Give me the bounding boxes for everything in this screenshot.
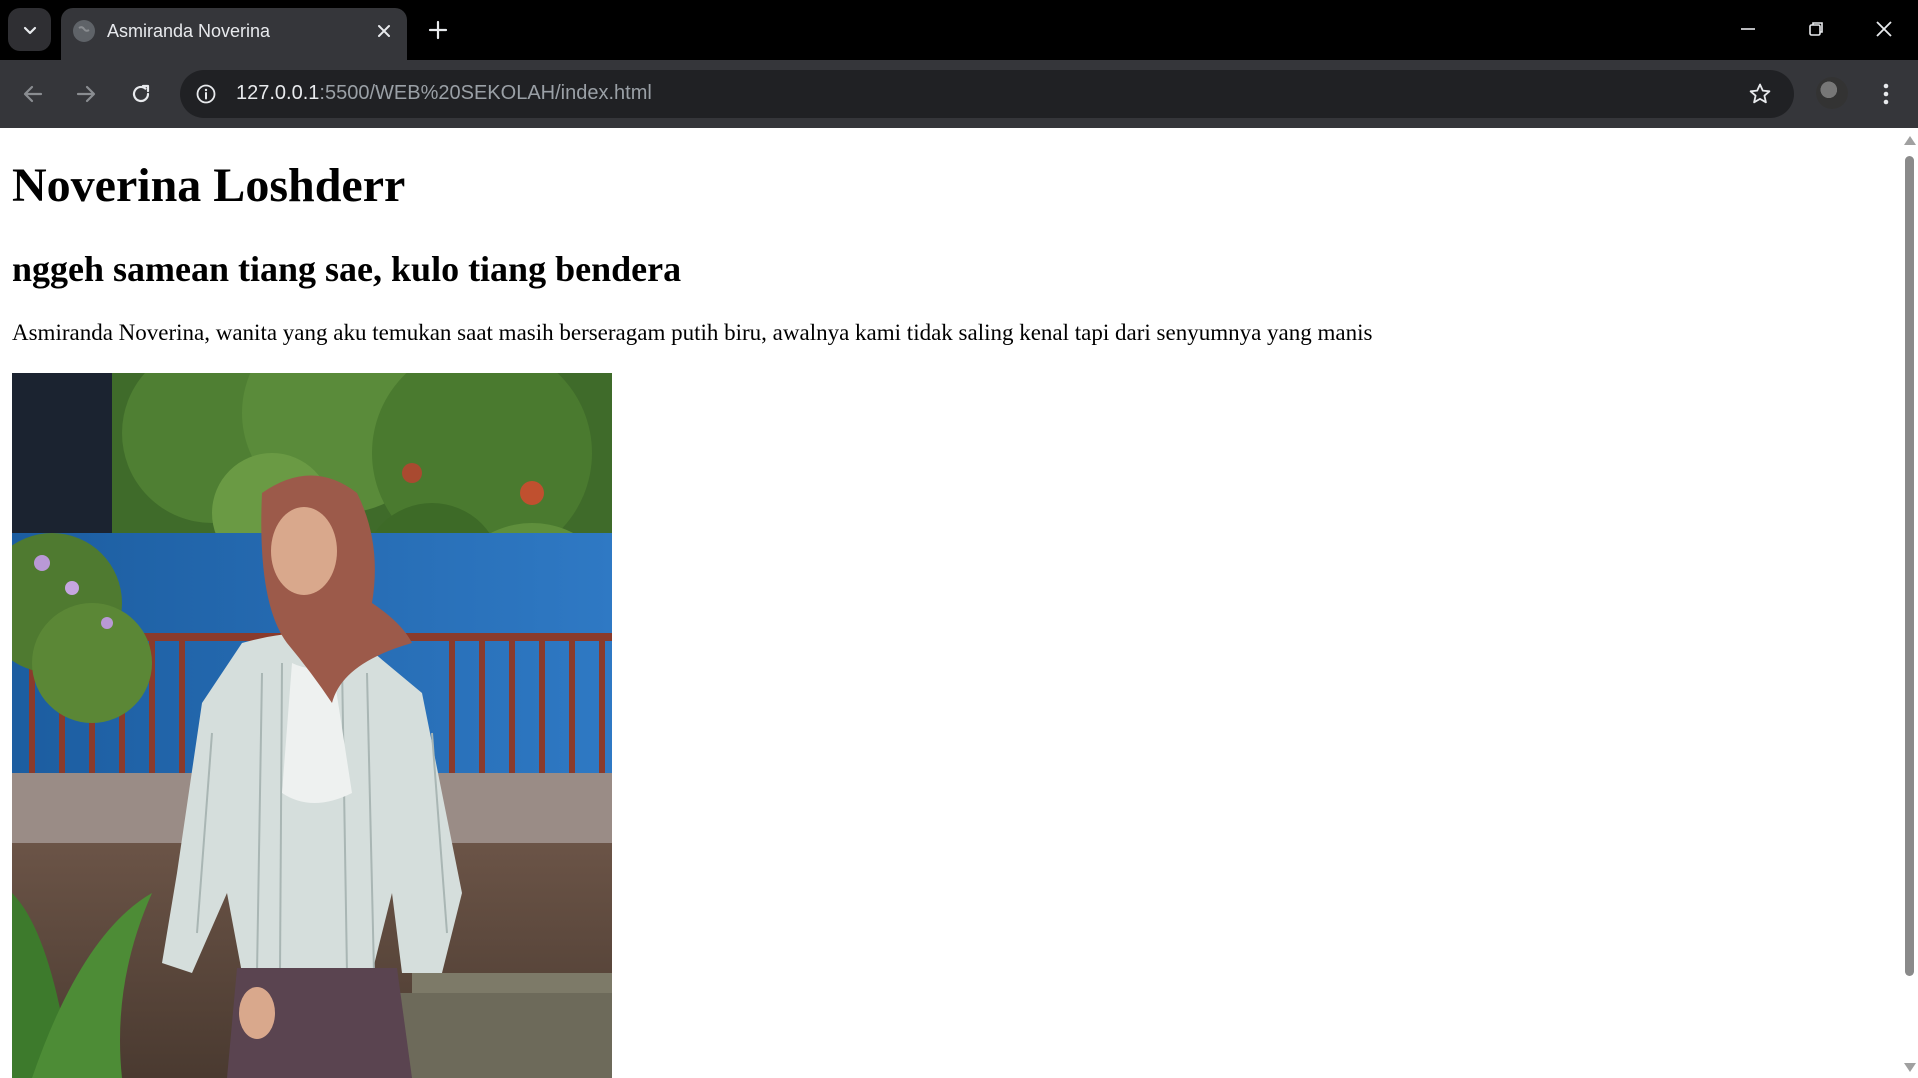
url-host: 127.0.0.1	[236, 82, 320, 104]
url-path: :5500/WEB%20SEKOLAH/index.html	[319, 82, 652, 104]
forward-button[interactable]	[66, 74, 106, 114]
close-icon	[1876, 21, 1892, 37]
minimize-icon	[1741, 28, 1755, 30]
arrow-right-icon	[76, 85, 96, 103]
new-tab-button[interactable]	[420, 12, 456, 48]
chevron-down-icon	[23, 26, 36, 34]
scrollbar-thumb[interactable]	[1905, 156, 1914, 976]
portrait-photo	[12, 373, 612, 1078]
page-viewport: Noverina Loshderr nggeh samean tiang sae…	[0, 128, 1918, 1078]
tab-title: Asmiranda Noverina	[107, 21, 271, 41]
plus-icon	[428, 20, 448, 40]
arrow-left-icon	[23, 85, 43, 103]
address-bar[interactable]: 127.0.0.1:5500/WEB%20SEKOLAH/index.html	[180, 70, 1794, 118]
url-text[interactable]: 127.0.0.1:5500/WEB%20SEKOLAH/index.html	[236, 82, 652, 105]
toolbar: 127.0.0.1:5500/WEB%20SEKOLAH/index.html	[0, 60, 1918, 128]
minimize-button[interactable]	[1714, 0, 1782, 58]
avatar[interactable]	[1816, 77, 1848, 109]
reload-icon	[132, 84, 150, 103]
restore-icon	[1809, 22, 1823, 36]
active-tab[interactable]: Asmiranda Noverina	[61, 8, 407, 60]
tab-close-button[interactable]	[371, 18, 397, 44]
reload-button[interactable]	[121, 74, 161, 114]
page-subheading: nggeh samean tiang sae, kulo tiang bende…	[12, 249, 682, 289]
tab-strip: Asmiranda Noverina	[0, 0, 1918, 60]
star-icon	[1749, 83, 1771, 104]
globe-icon	[73, 20, 95, 42]
bookmark-button[interactable]	[1742, 76, 1778, 112]
restore-button[interactable]	[1782, 0, 1850, 58]
browser-menu-button[interactable]	[1868, 74, 1904, 114]
close-window-button[interactable]	[1850, 0, 1918, 58]
back-button[interactable]	[13, 74, 53, 114]
kebab-menu-icon	[1883, 83, 1889, 105]
scroll-down-arrow-icon[interactable]	[1904, 1063, 1916, 1072]
tab-search-button[interactable]	[8, 8, 51, 51]
info-icon	[196, 84, 216, 104]
scroll-up-arrow-icon[interactable]	[1904, 136, 1916, 145]
site-info-button[interactable]	[188, 76, 224, 112]
close-icon	[378, 25, 390, 37]
page-paragraph: Asmiranda Noverina, wanita yang aku temu…	[12, 320, 1373, 345]
page-heading: Noverina Loshderr	[12, 159, 406, 212]
vertical-scrollbar[interactable]	[1900, 128, 1918, 1078]
